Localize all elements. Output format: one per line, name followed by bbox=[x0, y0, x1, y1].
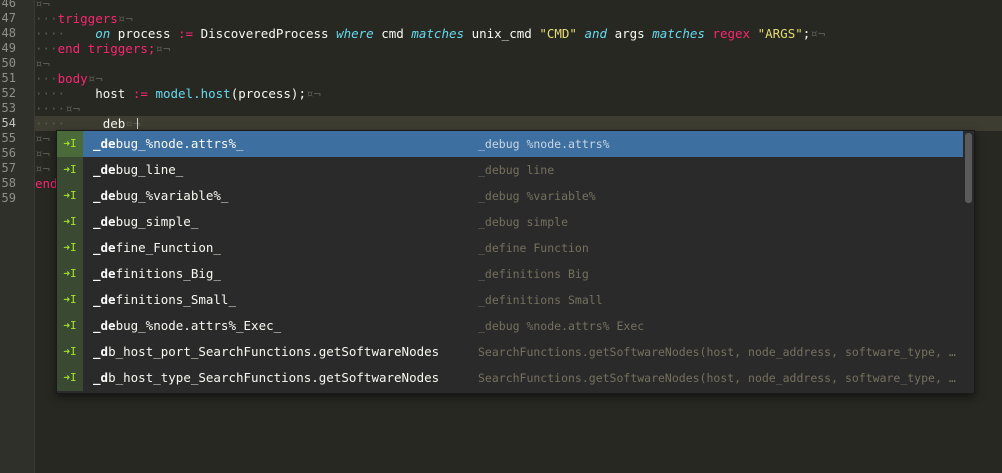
autocomplete-trigger: _db_host_port_SearchFunctions.getSoftwar… bbox=[93, 344, 440, 359]
autocomplete-item[interactable]: ➜I _db_host_port_SearchFunctions.getSoft… bbox=[57, 339, 963, 365]
snippet-icon: ➜I bbox=[57, 261, 83, 287]
line-number: 47 bbox=[1, 11, 16, 25]
snippet-icon: ➜I bbox=[57, 209, 83, 235]
autocomplete-trigger: _debug_%node.attrs%_Exec_ bbox=[93, 318, 282, 333]
autocomplete-item[interactable]: ➜I _debug_simple_ _debug simple bbox=[57, 209, 963, 235]
line-number: 50 bbox=[1, 56, 16, 70]
line-number: 46 bbox=[1, 0, 16, 10]
snippet-icon: ➜I bbox=[57, 313, 83, 339]
line-number: 53 bbox=[1, 101, 16, 115]
autocomplete-trigger: _definitions_Small_ bbox=[93, 292, 236, 307]
autocomplete-description: _define Function bbox=[478, 241, 589, 255]
autocomplete-description: _debug %variable% bbox=[478, 189, 596, 203]
code-line-48[interactable]: ···· on process := DiscoveredProcess whe… bbox=[35, 26, 1002, 41]
autocomplete-trigger: _debug_%node.attrs%_ bbox=[93, 136, 244, 151]
snippet-icon: ➜I bbox=[57, 131, 83, 157]
line-number: 58 bbox=[1, 176, 16, 190]
autocomplete-trigger: _db_host_type_SearchFunctions.getSoftwar… bbox=[93, 370, 440, 385]
autocomplete-description: SearchFunctions.getSoftwareNodes(host, n… bbox=[478, 345, 958, 359]
snippet-icon: ➜I bbox=[57, 365, 83, 391]
autocomplete-item[interactable]: ➜I _debug_%variable%_ _debug %variable% bbox=[57, 183, 963, 209]
code-line-46[interactable]: ¤¬ bbox=[35, 0, 1002, 11]
autocomplete-trigger: _debug_simple_ bbox=[93, 214, 199, 229]
autocomplete-item[interactable]: ➜I _definitions_Big_ _definitions Big bbox=[57, 261, 963, 287]
text-cursor bbox=[137, 118, 138, 129]
autocomplete-description: _debug %node.attrs% bbox=[478, 137, 610, 151]
code-line-50[interactable]: ¤¬ bbox=[35, 56, 1002, 71]
code-line-53[interactable]: ····¤¬ bbox=[35, 101, 1002, 116]
snippet-icon: ➜I bbox=[57, 235, 83, 261]
autocomplete-description: _definitions Big bbox=[478, 267, 589, 281]
keyword-triggers: triggers bbox=[57, 11, 118, 26]
snippet-icon: ➜I bbox=[57, 183, 83, 209]
line-number-gutter: 46 47 48 49 50 51 52 53 54 55 56 57 58 5… bbox=[0, 0, 35, 473]
line-number: 52 bbox=[1, 86, 16, 100]
autocomplete-scrollbar[interactable] bbox=[965, 133, 972, 203]
code-line-49[interactable]: ···end triggers;¤¬ bbox=[35, 41, 1002, 56]
line-number: 49 bbox=[1, 41, 16, 55]
autocomplete-trigger: _debug_%variable%_ bbox=[93, 188, 229, 203]
autocomplete-item[interactable]: ➜I _definitions_Small_ _definitions Smal… bbox=[57, 287, 963, 313]
autocomplete-description: _debug line bbox=[478, 163, 555, 177]
line-number: 48 bbox=[1, 26, 16, 40]
code-line-52[interactable]: ···· host := model.host(process);¤¬ bbox=[35, 86, 1002, 101]
code-line-51[interactable]: ···body¤¬ bbox=[35, 71, 1002, 86]
autocomplete-trigger: _debug_line_ bbox=[93, 162, 184, 177]
line-number: 56 bbox=[1, 146, 16, 160]
autocomplete-item-selected[interactable]: ➜I _debug_%node.attrs%_ _debug %node.att… bbox=[57, 131, 963, 157]
snippet-icon: ➜I bbox=[57, 157, 83, 183]
snippet-icon: ➜I bbox=[57, 287, 83, 313]
autocomplete-item[interactable]: ➜I _db_host_type_SearchFunctions.getSoft… bbox=[57, 365, 963, 391]
autocomplete-item[interactable]: ➜I _debug_%node.attrs%_Exec_ _debug %nod… bbox=[57, 313, 963, 339]
line-number: 59 bbox=[1, 191, 16, 205]
autocomplete-description: SearchFunctions.getSoftwareNodes(host, n… bbox=[478, 371, 958, 385]
autocomplete-item[interactable]: ➜I _define_Function_ _define Function bbox=[57, 235, 963, 261]
code-line-54-current[interactable]: ···· _deb¤¬ bbox=[35, 116, 1002, 131]
autocomplete-popup[interactable]: ➜I _debug_%node.attrs%_ _debug %node.att… bbox=[56, 130, 975, 394]
autocomplete-trigger: _define_Function_ bbox=[93, 240, 221, 255]
autocomplete-trigger: _definitions_Big_ bbox=[93, 266, 221, 281]
line-number: 51 bbox=[1, 71, 16, 85]
code-line-47[interactable]: ···triggers¤¬ bbox=[35, 11, 1002, 26]
snippet-icon: ➜I bbox=[57, 339, 83, 365]
line-number: 57 bbox=[1, 161, 16, 175]
autocomplete-description: _debug %node.attrs% Exec bbox=[478, 319, 645, 333]
line-number-current: 54 bbox=[1, 116, 16, 130]
line-number: 55 bbox=[1, 131, 16, 145]
autocomplete-item[interactable]: ➜I _debug_line_ _debug line bbox=[57, 157, 963, 183]
autocomplete-description: _debug simple bbox=[478, 215, 569, 229]
autocomplete-description: _definitions Small bbox=[478, 293, 603, 307]
